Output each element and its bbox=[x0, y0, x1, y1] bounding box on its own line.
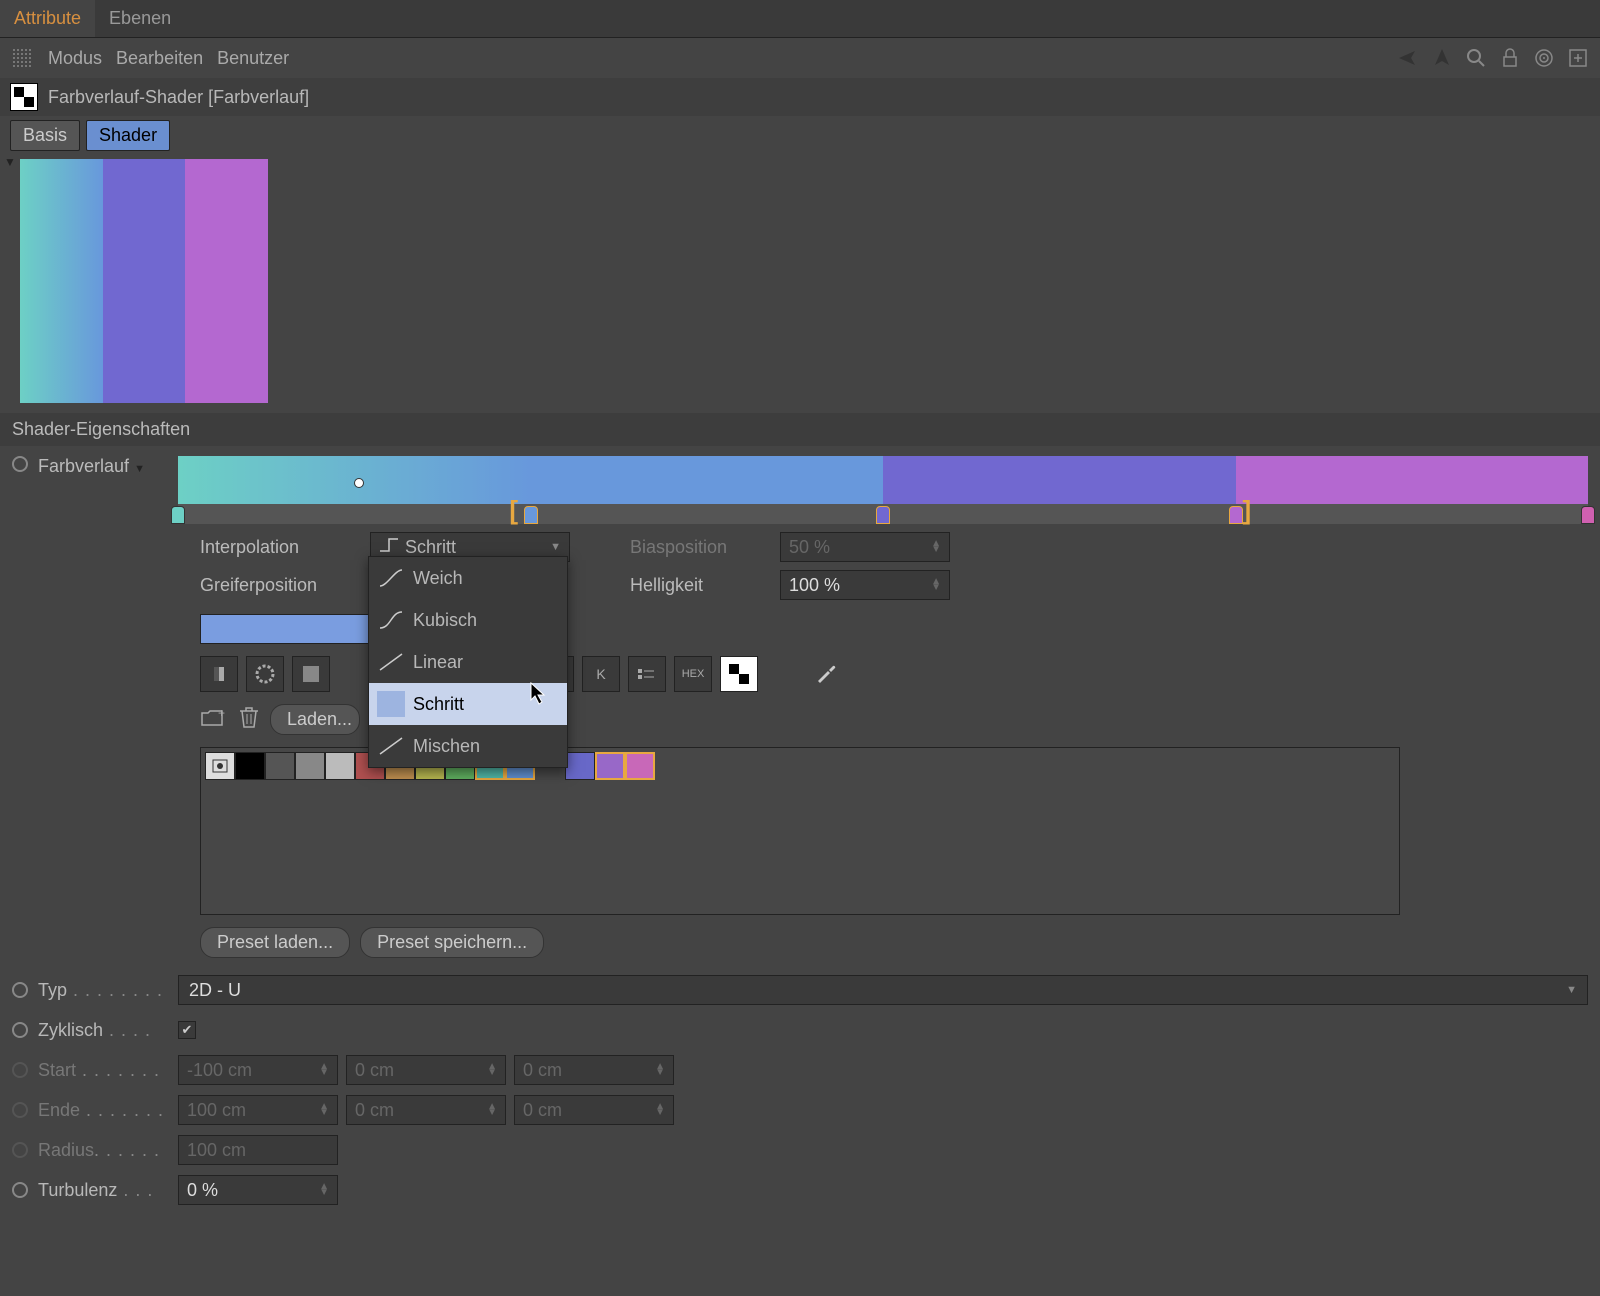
linear-curve-icon bbox=[377, 649, 405, 675]
dd-kubisch[interactable]: Kubisch bbox=[369, 599, 567, 641]
dd-mischen[interactable]: Mischen bbox=[369, 725, 567, 767]
menu-bearbeiten[interactable]: Bearbeiten bbox=[116, 48, 203, 69]
add-panel-icon[interactable] bbox=[1566, 46, 1590, 70]
cubic-curve-icon bbox=[377, 607, 405, 633]
label-radius: Radius. . . . . . bbox=[38, 1140, 168, 1161]
shader-type-icon bbox=[10, 83, 38, 111]
label-start: Start . . . . . . . bbox=[38, 1060, 168, 1081]
gradient-editor[interactable]: [ ] bbox=[178, 456, 1588, 512]
anim-dot-typ[interactable] bbox=[12, 982, 28, 998]
anim-dot-start bbox=[12, 1062, 28, 1078]
object-header: Farbverlauf-Shader [Farbverlauf] bbox=[0, 78, 1600, 116]
load-save-row: + Laden... Speichern... bbox=[0, 696, 1600, 743]
tab-shader[interactable]: Shader bbox=[86, 120, 170, 151]
checker-btn[interactable] bbox=[720, 656, 758, 692]
anim-dot-ende bbox=[12, 1102, 28, 1118]
label-turbulenz: Turbulenz . . . bbox=[38, 1180, 168, 1201]
ende-z[interactable]: 0 cm▲▼ bbox=[514, 1095, 674, 1125]
step-curve-icon bbox=[377, 691, 405, 717]
up-arrow-icon[interactable] bbox=[1430, 46, 1454, 70]
search-icon[interactable] bbox=[1464, 46, 1488, 70]
start-z[interactable]: 0 cm▲▼ bbox=[514, 1055, 674, 1085]
lock-icon[interactable] bbox=[1498, 46, 1522, 70]
swatch-panel bbox=[200, 747, 1400, 915]
radius-field[interactable]: 100 cm bbox=[178, 1135, 338, 1165]
mode-hex-btn[interactable]: HEX bbox=[674, 656, 712, 692]
swatch-picker-icon[interactable] bbox=[205, 752, 235, 780]
tab-layers[interactable]: Ebenen bbox=[95, 0, 185, 37]
preset-row: Preset laden... Preset speichern... bbox=[0, 919, 1600, 966]
toolbar: Modus Bearbeiten Benutzer bbox=[0, 38, 1600, 78]
label-biasposition: Biasposition bbox=[630, 537, 770, 558]
collapse-icon[interactable]: ▼ bbox=[4, 155, 16, 169]
preview-area: ▼ bbox=[0, 155, 1600, 413]
dd-linear[interactable]: Linear bbox=[369, 641, 567, 683]
typ-combo[interactable]: 2D - U▼ bbox=[178, 975, 1588, 1005]
start-y[interactable]: 0 cm▲▼ bbox=[346, 1055, 506, 1085]
anim-dot-farbverlauf[interactable] bbox=[12, 456, 28, 472]
anim-dot-radius bbox=[12, 1142, 28, 1158]
zyklisch-checkbox[interactable]: ✔ bbox=[178, 1021, 196, 1039]
blend-curve-icon bbox=[377, 733, 405, 759]
dd-schritt[interactable]: Schritt bbox=[369, 683, 567, 725]
anim-dot-zyklisch[interactable] bbox=[12, 1022, 28, 1038]
chevron-down-icon: ▼ bbox=[550, 541, 561, 553]
ende-y[interactable]: 0 cm▲▼ bbox=[346, 1095, 506, 1125]
label-greiferposition: Greiferposition bbox=[200, 575, 360, 596]
swatch-violet[interactable] bbox=[595, 752, 625, 780]
bottom-props: Typ . . . . . . . . 2D - U▼ Zyklisch . .… bbox=[0, 966, 1600, 1214]
label-interpolation: Interpolation bbox=[200, 537, 360, 558]
preset-save-btn[interactable]: Preset speichern... bbox=[360, 927, 544, 958]
target-icon[interactable] bbox=[1532, 46, 1556, 70]
label-zyklisch: Zyklisch . . . . bbox=[38, 1020, 168, 1041]
spectrum-btn[interactable] bbox=[292, 656, 330, 692]
step-curve-icon bbox=[379, 537, 399, 558]
dd-weich[interactable]: Weich bbox=[369, 557, 567, 599]
load-btn[interactable]: Laden... bbox=[270, 704, 360, 735]
label-farbverlauf: Farbverlauf ▼ bbox=[38, 456, 168, 477]
label-typ: Typ . . . . . . . . bbox=[38, 980, 168, 1001]
swatch-gray[interactable] bbox=[295, 752, 325, 780]
section-header: Shader-Eigenschaften bbox=[0, 413, 1600, 446]
grid-icon[interactable] bbox=[10, 46, 34, 70]
helligkeit-field[interactable]: 100 %▲▼ bbox=[780, 570, 950, 600]
brightness-btn[interactable] bbox=[200, 656, 238, 692]
ende-x[interactable]: 100 cm▲▼ bbox=[178, 1095, 338, 1125]
object-title: Farbverlauf-Shader [Farbverlauf] bbox=[48, 87, 309, 108]
turbulenz-field[interactable]: 0 %▲▼ bbox=[178, 1175, 338, 1205]
biasposition-field[interactable]: 50 %▲▼ bbox=[780, 532, 950, 562]
color-wheel-btn[interactable] bbox=[246, 656, 284, 692]
mode-k-btn[interactable]: K bbox=[582, 656, 620, 692]
label-ende: Ende . . . . . . . bbox=[38, 1100, 168, 1121]
gradient-preview[interactable] bbox=[20, 159, 268, 403]
top-tabs: Attribute Ebenen bbox=[0, 0, 1600, 38]
preset-load-btn[interactable]: Preset laden... bbox=[200, 927, 350, 958]
menu-modus[interactable]: Modus bbox=[48, 48, 102, 69]
swatch-black[interactable] bbox=[235, 752, 265, 780]
label-helligkeit: Helligkeit bbox=[630, 575, 770, 596]
swatch-indigo[interactable] bbox=[565, 752, 595, 780]
eyedropper-icon[interactable] bbox=[814, 659, 840, 690]
swatch-ltgray[interactable] bbox=[325, 752, 355, 780]
color-mode-row: V K HEX bbox=[0, 652, 1600, 696]
interpolation-dropdown: Weich Kubisch Linear Schritt Mischen bbox=[368, 556, 568, 768]
menu-benutzer[interactable]: Benutzer bbox=[217, 48, 289, 69]
start-x[interactable]: -100 cm▲▼ bbox=[178, 1055, 338, 1085]
anim-dot-turbulenz[interactable] bbox=[12, 1182, 28, 1198]
tab-attribute[interactable]: Attribute bbox=[0, 0, 95, 37]
tab-basis[interactable]: Basis bbox=[10, 120, 80, 151]
back-arrow-icon[interactable] bbox=[1396, 46, 1420, 70]
add-swatch-icon[interactable]: + bbox=[200, 705, 228, 734]
smooth-curve-icon bbox=[377, 565, 405, 591]
mixer-btn[interactable] bbox=[628, 656, 666, 692]
swatch-magenta[interactable] bbox=[625, 752, 655, 780]
trash-icon[interactable] bbox=[238, 705, 260, 734]
svg-text:+: + bbox=[218, 706, 225, 720]
subtabs: Basis Shader bbox=[0, 116, 1600, 155]
swatch-dkgray[interactable] bbox=[265, 752, 295, 780]
